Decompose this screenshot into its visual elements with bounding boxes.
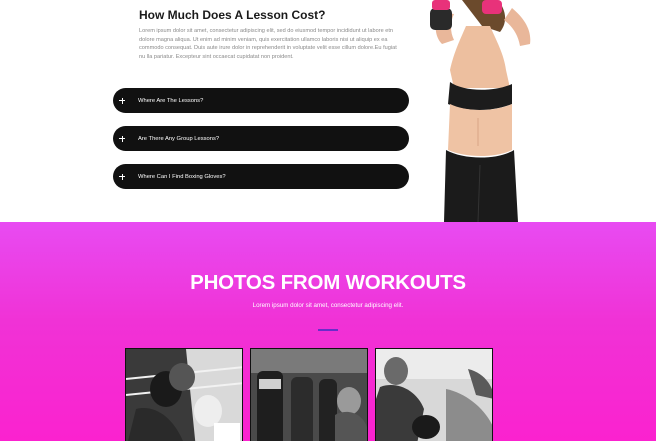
- accordion-item-group-lessons[interactable]: Are There Any Group Lessons?: [113, 126, 409, 151]
- workout-photo-1[interactable]: [125, 348, 243, 441]
- workout-photo-3[interactable]: [375, 348, 493, 441]
- faq-section: How Much Does A Lesson Cost? Lorem ipsum…: [0, 0, 656, 222]
- title-divider: [318, 329, 338, 331]
- photos-title: PHOTOS FROM WORKOUTS: [190, 271, 466, 294]
- plus-icon: [119, 135, 125, 142]
- accordion-item-lessons-location[interactable]: Where Are The Lessons?: [113, 88, 409, 113]
- plus-icon: [119, 97, 125, 104]
- accordion-item-boxing-gloves[interactable]: Where Can I Find Boxing Gloves?: [113, 164, 409, 189]
- photos-section: PHOTOS FROM WORKOUTS Lorem ipsum dolor s…: [0, 222, 656, 441]
- photos-subtitle: Lorem ipsum dolor sit amet, consectetur …: [252, 302, 404, 309]
- accordion-label: Are There Any Group Lessons?: [138, 135, 220, 142]
- boxing-ring-photo: [126, 349, 242, 441]
- boxer-woman-image: [430, 0, 531, 222]
- faq-title: How Much Does A Lesson Cost?: [139, 8, 326, 22]
- faq-body-text: Lorem ipsum dolor sit amet, consectetur …: [139, 28, 397, 60]
- plus-icon: [119, 173, 125, 180]
- punching-bags-photo: [251, 349, 367, 441]
- sparring-photo: [376, 349, 492, 441]
- accordion-label: Where Can I Find Boxing Gloves?: [138, 173, 226, 180]
- accordion-label: Where Are The Lessons?: [138, 97, 204, 104]
- workout-photo-2[interactable]: [250, 348, 368, 441]
